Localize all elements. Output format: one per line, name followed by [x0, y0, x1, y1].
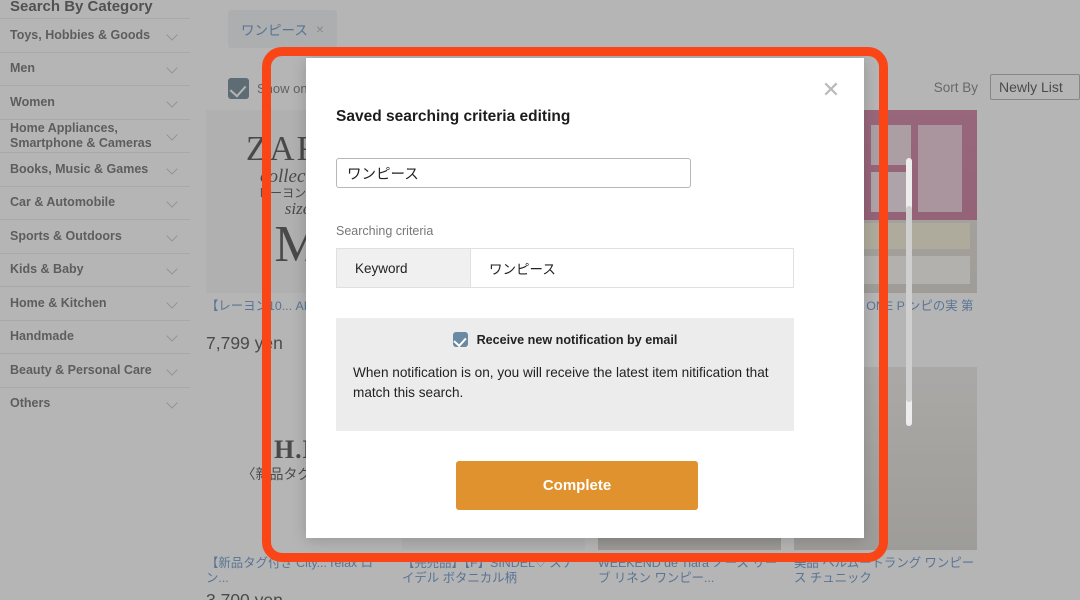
saved-search-name-input[interactable]: ワンピース	[336, 158, 691, 188]
sidebar-item-label: Women	[10, 94, 55, 109]
criteria-table: Keyword ワンピース	[336, 248, 794, 288]
product-price: 3,700 yen	[206, 590, 283, 600]
sort-by-label: Sort By	[933, 79, 978, 95]
show-only-checkbox[interactable]: Show on...	[228, 78, 318, 99]
sidebar-item-label: Home & Kitchen	[10, 295, 107, 310]
chevron-down-icon	[167, 230, 180, 243]
sidebar-item-label: Books, Music & Games	[10, 161, 149, 176]
chevron-down-icon	[167, 96, 180, 109]
sidebar-item-label: Toys, Hobbies & Goods	[10, 27, 151, 42]
close-icon[interactable]: ×	[316, 21, 324, 37]
chevron-down-icon	[167, 263, 180, 276]
sidebar-item-label: Beauty & Personal Care	[10, 362, 152, 377]
sidebar-item-car[interactable]: Car & Automobile	[0, 185, 190, 220]
criteria-key: Keyword	[337, 249, 471, 287]
sidebar-item-others[interactable]: Others	[0, 386, 190, 421]
sidebar-item-beauty[interactable]: Beauty & Personal Care	[0, 353, 190, 387]
notify-description: When notification is on, you will receiv…	[353, 365, 769, 400]
sidebar-item-label: Car & Automobile	[10, 195, 116, 210]
sidebar-item-handmade[interactable]: Handmade	[0, 319, 190, 354]
sidebar-item-label: Men	[10, 61, 35, 76]
sidebar-item-women[interactable]: Women	[0, 85, 190, 119]
sidebar-item-kids[interactable]: Kids & Baby	[0, 252, 190, 287]
saved-search-name-value: ワンピース	[347, 166, 419, 183]
sidebar-item-men[interactable]: Men	[0, 51, 190, 86]
complete-button[interactable]: Complete	[456, 461, 698, 510]
checkbox-icon[interactable]	[452, 332, 468, 347]
chevron-down-icon	[167, 196, 180, 209]
sidebar-item-home-appliances[interactable]: Home Appliances, Smartphone & Cameras	[0, 118, 190, 153]
sidebar-item-books[interactable]: Books, Music & Games	[0, 152, 190, 186]
modal-scrollbar[interactable]	[906, 158, 912, 426]
sidebar-item-label: Handmade	[10, 329, 74, 344]
sidebar-item-label: Sports & Outdoors	[10, 228, 122, 243]
searching-criteria-label: Searching criteria	[336, 224, 434, 238]
checkbox-icon[interactable]	[228, 78, 249, 99]
sidebar-item-label: Home Appliances, Smartphone & Cameras	[10, 120, 152, 150]
close-icon[interactable]: ✕	[820, 79, 842, 102]
chevron-down-icon	[167, 129, 180, 142]
modal-scrollbar-thumb[interactable]	[906, 206, 912, 402]
sidebar-item-sports[interactable]: Sports & Outdoors	[0, 219, 190, 253]
sidebar-item-label: Others	[10, 396, 51, 411]
chevron-down-icon	[167, 163, 180, 176]
chevron-down-icon	[167, 397, 180, 410]
app-root: Search By Category Toys, Hobbies & Goods…	[0, 0, 1080, 600]
sidebar-title: Search By Category	[10, 0, 153, 15]
chevron-down-icon	[167, 297, 180, 310]
saved-search-edit-modal: ✕ Saved searching criteria editing ワンピース…	[306, 58, 912, 538]
product-title[interactable]: 【新品タグ付き City... relax ロン...	[206, 556, 389, 586]
criteria-value: ワンピース	[471, 249, 793, 287]
sidebar-item-home-kitchen[interactable]: Home & Kitchen	[0, 286, 190, 320]
chevron-down-icon	[167, 29, 180, 42]
product-title[interactable]: WEEKEND de Tiara ノース リーブ リネン ワンピー...	[598, 556, 781, 586]
chevron-down-icon	[167, 364, 180, 377]
filter-chip-keyword[interactable]: ワンピース ×	[228, 10, 338, 48]
chevron-down-icon	[167, 62, 180, 75]
notify-checkbox-row[interactable]: Receive new notification by email	[336, 318, 794, 347]
sidebar-item-label: Kids & Baby	[10, 262, 84, 277]
filter-chip-label: ワンピース	[241, 23, 308, 38]
product-title[interactable]: 【完売品】【F】SINDEL♡ スナイデル ボタニカル柄	[402, 556, 585, 586]
notification-panel: Receive new notification by email When n…	[336, 318, 794, 431]
chevron-down-icon	[167, 330, 180, 343]
product-title[interactable]: 美品 ヘルムートラング ワンピース チュニック	[794, 556, 977, 586]
active-filter-chips: ワンピース ×	[228, 10, 338, 48]
notify-label: Receive new notification by email	[476, 332, 678, 347]
modal-title: Saved searching criteria editing	[336, 108, 571, 125]
sort-by-control: Sort By Newly List	[934, 74, 1080, 100]
sort-by-select[interactable]: Newly List	[990, 74, 1080, 100]
sidebar-item-toys[interactable]: Toys, Hobbies & Goods	[0, 18, 190, 52]
sidebar: Search By Category Toys, Hobbies & Goods…	[0, 0, 190, 600]
